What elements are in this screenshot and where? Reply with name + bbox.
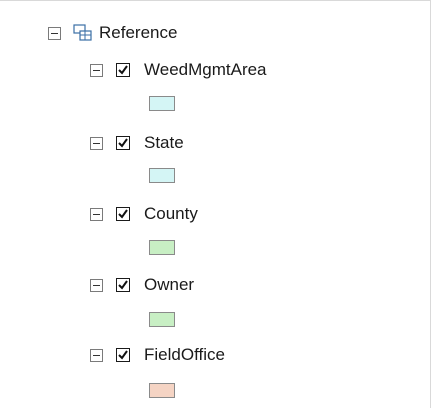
symbol-swatch[interactable] xyxy=(149,168,175,183)
checkmark-icon xyxy=(118,280,128,290)
collapse-icon[interactable] xyxy=(90,63,103,77)
collapse-icon[interactable] xyxy=(90,278,103,292)
layer-visibility-checkbox[interactable] xyxy=(116,63,130,77)
symbol-swatch[interactable] xyxy=(149,96,175,111)
group-label: Reference xyxy=(99,23,178,42)
layer-visibility-checkbox[interactable] xyxy=(116,207,130,221)
panel-right-border xyxy=(430,0,431,408)
layer-visibility-checkbox[interactable] xyxy=(116,278,130,292)
layer-label: County xyxy=(144,204,198,223)
checkmark-icon xyxy=(118,138,128,148)
collapse-icon[interactable] xyxy=(48,26,61,40)
layer-row-state[interactable]: State xyxy=(90,130,184,156)
layer-visibility-checkbox[interactable] xyxy=(116,348,130,362)
group-row-reference[interactable]: Reference xyxy=(48,20,177,46)
layer-visibility-checkbox[interactable] xyxy=(116,136,130,150)
layer-label: WeedMgmtArea xyxy=(144,60,267,79)
layer-row-county[interactable]: County xyxy=(90,201,198,227)
checkmark-icon xyxy=(118,209,128,219)
layer-row-weedmgmtarea[interactable]: WeedMgmtArea xyxy=(90,57,267,83)
symbol-swatch[interactable] xyxy=(149,240,175,255)
symbol-swatch[interactable] xyxy=(149,312,175,327)
layer-label: State xyxy=(144,133,184,152)
layer-label: Owner xyxy=(144,275,195,294)
layer-row-owner[interactable]: Owner xyxy=(90,272,194,298)
collapse-icon[interactable] xyxy=(90,136,103,150)
panel-top-border xyxy=(0,0,431,1)
checkmark-icon xyxy=(118,350,128,360)
layer-label: FieldOffice xyxy=(144,345,225,364)
table-of-contents-panel: Reference WeedMgmtArea State County Owne… xyxy=(0,0,435,408)
checkmark-icon xyxy=(118,65,128,75)
symbol-swatch[interactable] xyxy=(149,383,175,398)
layer-row-fieldoffice[interactable]: FieldOffice xyxy=(90,342,225,368)
collapse-icon[interactable] xyxy=(90,348,103,362)
collapse-icon[interactable] xyxy=(90,207,103,221)
layer-group-icon xyxy=(73,24,93,42)
